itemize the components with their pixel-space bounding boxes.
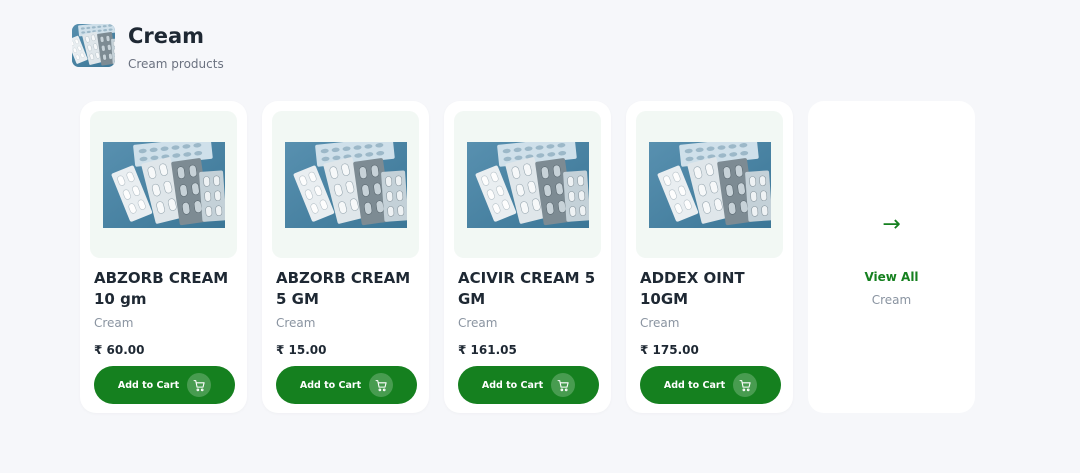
- add-to-cart-label: Add to Cart: [117, 379, 180, 391]
- product-price: ₹ 175.00: [640, 343, 699, 357]
- product-card[interactable]: ABZORB CREAM 5 GM Cream ₹ 15.00 Add to C…: [262, 101, 429, 413]
- cart-icon: [551, 373, 576, 397]
- add-to-cart-label: Add to Cart: [663, 379, 726, 391]
- cart-icon: [733, 373, 758, 397]
- product-card[interactable]: ACIVIR CREAM 5 GM Cream ₹ 161.05 Add to …: [444, 101, 611, 413]
- category-thumbnail: [72, 24, 115, 67]
- product-name[interactable]: ADDEX OINT 10GM: [640, 268, 786, 310]
- product-name[interactable]: ABZORB CREAM 10 gm: [94, 268, 240, 310]
- product-category: Cream: [94, 316, 134, 330]
- product-name[interactable]: ACIVIR CREAM 5 GM: [458, 268, 604, 310]
- arrow-right-icon: →: [882, 212, 901, 237]
- product-image[interactable]: [454, 111, 601, 258]
- product-image[interactable]: [636, 111, 783, 258]
- add-to-cart-button[interactable]: Add to Cart: [458, 366, 599, 404]
- category-header: Cream Cream products: [72, 24, 224, 71]
- product-category: Cream: [458, 316, 498, 330]
- product-card[interactable]: ABZORB CREAM 10 gm Cream ₹ 60.00 Add to …: [80, 101, 247, 413]
- cart-icon: [369, 373, 394, 397]
- add-to-cart-button[interactable]: Add to Cart: [94, 366, 235, 404]
- cart-icon: [187, 373, 212, 397]
- product-name[interactable]: ABZORB CREAM 5 GM: [276, 268, 422, 310]
- view-all-card[interactable]: → View All Cream: [808, 101, 975, 413]
- product-image[interactable]: [272, 111, 419, 258]
- product-price: ₹ 60.00: [94, 343, 145, 357]
- product-price: ₹ 15.00: [276, 343, 327, 357]
- product-category: Cream: [640, 316, 680, 330]
- product-card[interactable]: ADDEX OINT 10GM Cream ₹ 175.00 Add to Ca…: [626, 101, 793, 413]
- category-title: Cream: [128, 24, 205, 48]
- add-to-cart-label: Add to Cart: [299, 379, 362, 391]
- product-category: Cream: [276, 316, 316, 330]
- add-to-cart-button[interactable]: Add to Cart: [276, 366, 417, 404]
- view-all-category: Cream: [871, 293, 912, 307]
- product-image[interactable]: [90, 111, 237, 258]
- view-all-link[interactable]: View All: [808, 270, 975, 284]
- add-to-cart-label: Add to Cart: [481, 379, 544, 391]
- product-price: ₹ 161.05: [458, 343, 517, 357]
- category-subtitle: Cream products: [128, 57, 224, 71]
- add-to-cart-button[interactable]: Add to Cart: [640, 366, 781, 404]
- product-list: ABZORB CREAM 10 gm Cream ₹ 60.00 Add to …: [80, 101, 975, 413]
